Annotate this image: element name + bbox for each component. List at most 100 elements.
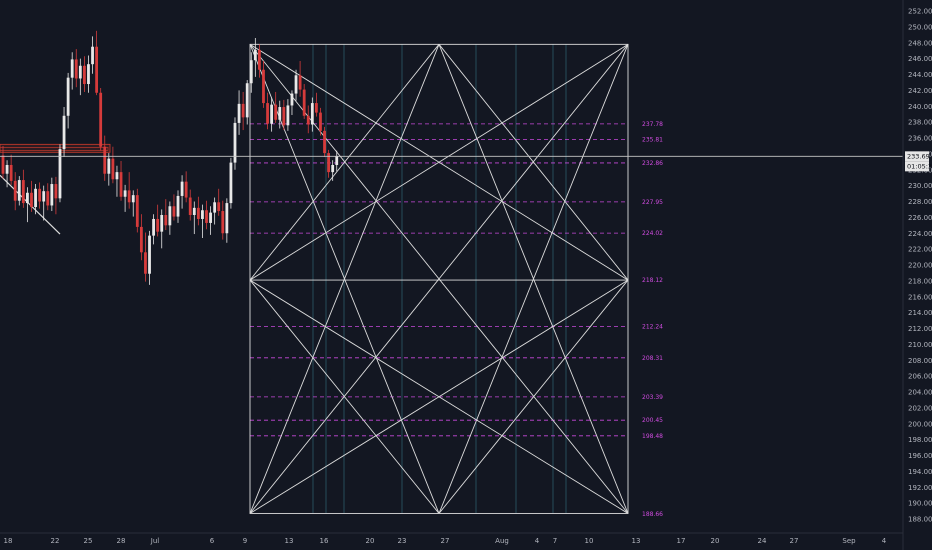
candle-body [253,49,257,61]
candle-body [74,59,78,79]
candle-body [176,195,180,217]
candle-body [50,184,54,206]
price-chart[interactable]: 237.78 235.81 232.86 227.95 224.02 218.12 212.… [0,0,932,550]
candle-body [319,112,322,131]
candle-body [205,210,208,223]
time-tick-label: 7 [553,537,557,545]
price-tick-label: 196.00 [908,452,932,460]
price-tick-label: 220.00 [908,262,932,270]
candle-body [323,130,326,154]
candle-body [217,202,221,212]
candle-body [168,206,172,226]
time-tick-label: Jul [150,537,160,545]
candle-body [241,103,245,118]
candle-body [302,89,306,116]
candle-body [119,172,123,197]
candle-body [91,46,94,65]
price-tick-label: 192.00 [908,484,932,492]
gann-level-label: 218.12 [642,277,663,284]
price-tick-label: 194.00 [908,468,932,476]
time-tick-label: 27 [441,537,450,545]
time-tick-label: Sep [842,537,856,545]
price-tick-label: 222.00 [908,246,932,254]
time-tick-label: 20 [711,537,720,545]
candle-body [87,64,90,85]
candle-body [188,197,192,215]
candle-body [131,195,135,203]
candle-body [290,93,294,106]
candle-body [152,218,155,236]
time-tick-label: 13 [285,537,294,545]
candle-body [115,172,119,180]
price-tick-label: 240.00 [908,103,932,111]
gann-level-label: 200.45 [642,417,663,424]
gann-level-label: 224.02 [642,230,663,237]
candle-body [1,155,5,174]
candle-body [229,162,233,204]
candle-body [258,49,261,70]
time-tick-label: 13 [632,537,641,545]
candle-body [335,156,339,165]
gann-level-label: 232.86 [642,160,663,167]
time-tick-label: 27 [790,537,799,545]
price-tick-label: 252.00 [908,8,932,16]
candle-body [249,60,253,84]
gann-level-label: 212.24 [642,324,663,331]
candle-body [139,226,143,253]
time-tick-label: 6 [210,537,215,545]
chart-background [0,0,932,550]
candle-body [13,180,17,201]
candle-body [306,115,310,125]
candle-body [266,103,269,124]
candle-body [144,252,147,274]
current-price-label: 233.69 [907,153,930,161]
candle-body [54,184,58,199]
time-tick-label: 23 [398,537,407,545]
candle-body [9,164,13,181]
candle-body [160,214,164,232]
time-tick-label: 18 [4,537,13,545]
candle-body [282,107,286,126]
candle-body [42,191,46,202]
resistance-zone[interactable] [0,143,111,153]
candle-body [38,188,42,202]
candle-body [156,218,160,232]
zone-rect[interactable] [0,143,111,153]
price-tick-label: 246.00 [908,55,932,63]
candle-body [46,191,50,206]
candle-body [26,192,29,204]
candle-body [237,103,241,123]
candle-body [34,188,37,208]
time-tick-label: 20 [366,537,375,545]
candle-body [103,146,107,174]
price-tick-label: 208.00 [908,357,932,365]
candle-body [331,164,335,173]
gann-level-label: 188.66 [642,511,663,518]
candle-body [111,158,115,180]
price-tick-label: 206.00 [908,373,932,381]
gann-level-label: 227.95 [642,199,663,206]
price-tick-label: 238.00 [908,119,932,127]
countdown-label: 01:05:39 [907,163,932,171]
candle-body [70,59,74,78]
price-tick-label: 204.00 [908,389,932,397]
candle-body [270,104,274,124]
candle-body [30,192,33,208]
time-tick-label: 4 [882,537,887,545]
price-tick-label: 226.00 [908,214,932,222]
candle-body [17,180,21,201]
price-tick-label: 236.00 [908,135,932,143]
price-tick-label: 230.00 [908,182,932,190]
price-tick-label: 216.00 [908,293,932,301]
candle-body [192,207,196,215]
candle-body [83,65,86,85]
price-tick-label: 214.00 [908,309,932,317]
candle-body [78,65,82,79]
candle-body [135,195,139,227]
candle-body [180,181,184,196]
candle-body [21,180,25,204]
candle-body [62,115,66,150]
candle-body [294,75,298,94]
price-tick-label: 218.00 [908,277,932,285]
candle-body [99,92,103,147]
